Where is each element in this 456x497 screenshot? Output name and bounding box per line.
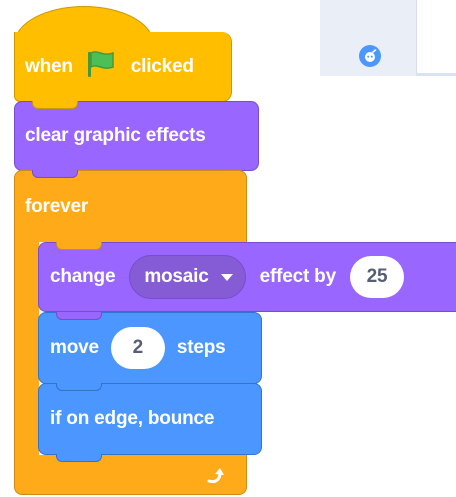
steps-label: steps [176, 337, 226, 358]
change-label: change [50, 266, 116, 287]
bounce-label: if on edge, bounce [50, 408, 215, 429]
chevron-down-icon [220, 273, 233, 281]
change-effect-block[interactable]: change mosaic effect by 25 [38, 242, 456, 312]
block-notch [56, 383, 102, 391]
steps-input[interactable]: 2 [110, 327, 165, 369]
if-on-edge-bounce-block[interactable]: if on edge, bounce [38, 383, 262, 455]
block-notch [56, 312, 102, 320]
move-label: move [50, 337, 99, 358]
sprite-panel-divider [416, 73, 456, 76]
forever-label: forever [25, 195, 89, 217]
move-steps-block[interactable]: move 2 steps [38, 312, 262, 384]
effect-dropdown-value: mosaic [144, 266, 209, 287]
code-area: when clicked clear graphic effects forev… [0, 0, 456, 497]
hat-when-label: when [25, 55, 73, 77]
hat-clicked-label: clicked [130, 55, 194, 77]
forever-arm[interactable] [14, 240, 39, 460]
block-notch [56, 242, 102, 250]
when-flag-clicked-block[interactable]: when clicked [14, 32, 232, 102]
effect-amount-input[interactable]: 25 [349, 256, 404, 298]
green-flag-icon [85, 49, 119, 85]
clear-graphic-effects-block[interactable]: clear graphic effects [14, 101, 259, 171]
forever-block[interactable]: forever [14, 170, 247, 242]
loop-arrow-icon [205, 465, 227, 487]
block-notch [56, 454, 102, 462]
effect-dropdown[interactable]: mosaic [129, 255, 246, 299]
effect-by-label: effect by [259, 266, 337, 287]
block-notch [32, 101, 78, 109]
clear-effects-label: clear graphic effects [25, 125, 206, 146]
sprite-face-icon[interactable] [359, 45, 381, 67]
block-notch [32, 170, 78, 178]
